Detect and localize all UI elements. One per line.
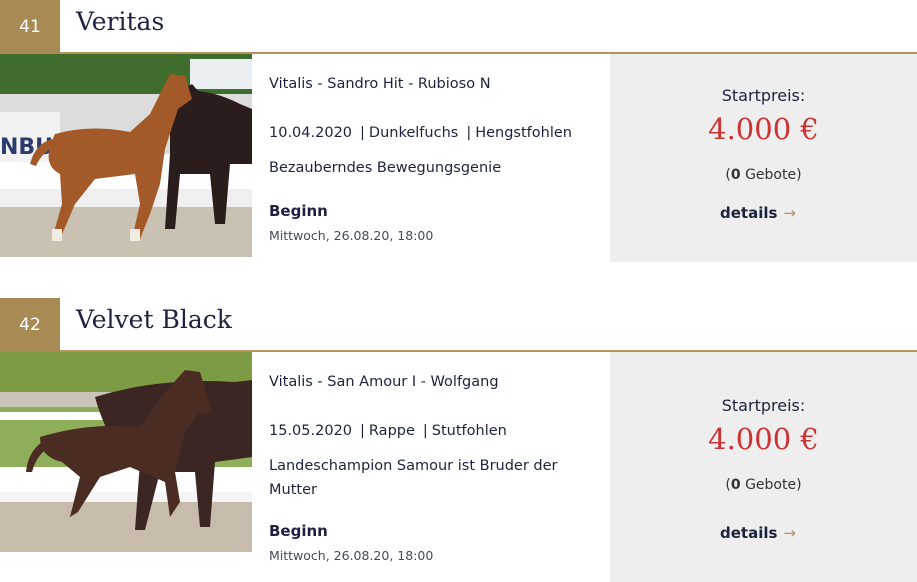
- start-price-value: 4.000 €: [708, 112, 819, 146]
- bid-count-label: Gebote: [745, 167, 797, 183]
- lot-meta: 15.05.2020 | Rappe | Stutfohlen: [269, 423, 507, 439]
- lot-header: 42 Velvet Black: [0, 298, 917, 352]
- lot-body: NBU Vitalis - Sandro Hit - Rubioso N 10.…: [0, 54, 917, 264]
- arrow-right-icon: →: [783, 204, 796, 222]
- lot-description: Landeschampion Samour ist Bruder der Mut…: [269, 458, 558, 498]
- birth-date: 10.04.2020: [269, 125, 353, 141]
- bid-count-number: 0: [730, 477, 741, 493]
- foal-photo[interactable]: NBU: [0, 54, 252, 257]
- lot-card: 41 Veritas NBU Vitalis - Sandro Hit - Ru…: [0, 0, 917, 264]
- price-panel: Startpreis: 4.000 € (0 Gebote) details →: [610, 54, 917, 262]
- pedigree: Vitalis - Sandro Hit - Rubioso N: [269, 76, 491, 92]
- lot-number-badge: 42: [0, 298, 60, 352]
- begin-date: Mittwoch, 26.08.20, 18:00: [269, 228, 434, 243]
- coat-color: Rappe: [368, 423, 415, 439]
- price-panel: Startpreis: 4.000 € (0 Gebote) details →: [610, 352, 917, 582]
- details-label: details: [720, 204, 778, 222]
- foal-category: Stutfohlen: [431, 423, 507, 439]
- separator: |: [360, 423, 365, 439]
- foal-category: Hengstfohlen: [475, 125, 572, 141]
- lot-title[interactable]: Veritas: [76, 7, 164, 36]
- coat-color: Dunkelfuchs: [368, 125, 459, 141]
- birth-date: 15.05.2020: [269, 423, 353, 439]
- begin-label: Beginn: [269, 522, 328, 540]
- lot-meta: 10.04.2020 | Dunkelfuchs | Hengstfohlen: [269, 125, 572, 141]
- foal-photo[interactable]: [0, 352, 252, 552]
- separator: |: [360, 125, 365, 141]
- lot-title[interactable]: Velvet Black: [76, 305, 232, 334]
- lot-card: 42 Velvet Black Vitalis - San Amour I - …: [0, 298, 917, 582]
- bid-count-number: 0: [730, 167, 741, 183]
- lot-header: 41 Veritas: [0, 0, 917, 54]
- lot-number-badge: 41: [0, 0, 60, 54]
- details-link[interactable]: details →: [720, 204, 796, 222]
- pedigree: Vitalis - San Amour I - Wolfgang: [269, 374, 499, 390]
- begin-label: Beginn: [269, 202, 328, 220]
- arrow-right-icon: →: [783, 524, 796, 542]
- bid-count: (0 Gebote): [725, 477, 802, 493]
- start-price-label: Startpreis:: [721, 396, 806, 415]
- lot-body: Vitalis - San Amour I - Wolfgang 15.05.2…: [0, 352, 917, 582]
- begin-date: Mittwoch, 26.08.20, 18:00: [269, 548, 434, 563]
- start-price-label: Startpreis:: [721, 86, 806, 105]
- bid-count: (0 Gebote): [725, 167, 802, 183]
- details-link[interactable]: details →: [720, 524, 796, 542]
- separator: |: [466, 125, 472, 141]
- bid-count-label: Gebote: [745, 477, 797, 493]
- details-label: details: [720, 524, 778, 542]
- start-price-value: 4.000 €: [708, 422, 819, 456]
- separator: |: [422, 423, 428, 439]
- lot-description: Bezauberndes Bewegungsgenie: [269, 160, 502, 176]
